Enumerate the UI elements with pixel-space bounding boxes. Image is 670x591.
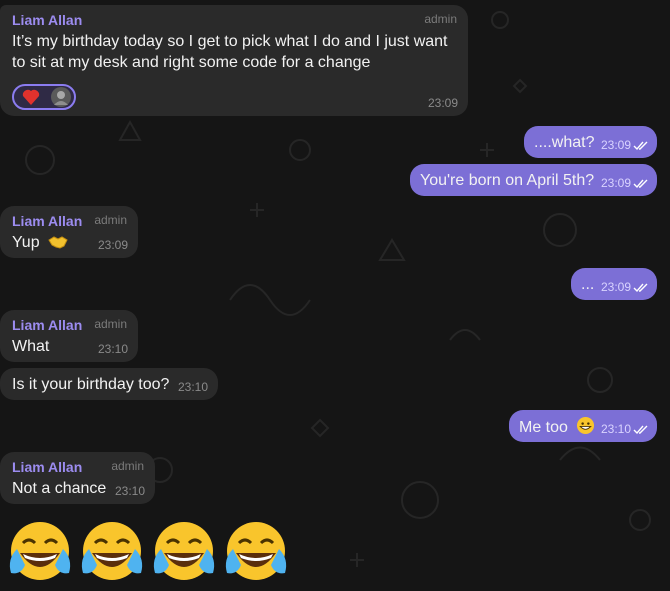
message-bubble-outgoing[interactable]: You're born on April 5th? 23:09 [410,164,657,196]
message-emoji-only[interactable] [0,510,300,591]
admin-badge: admin [111,459,144,473]
message-text: It’s my birthday today so I get to pick … [12,33,448,71]
message-text-row: Me too [519,416,595,438]
double-check-icon [633,283,648,293]
double-check-icon [633,425,648,435]
message-time: 23:09 [600,138,631,152]
message-time: 23:10 [600,422,631,436]
admin-badge: admin [424,12,457,26]
sender-name[interactable]: Liam Allan [12,213,82,230]
reaction-chip[interactable] [12,84,76,110]
message-bubble-outgoing[interactable]: Me too 23:10 [509,410,657,442]
message-text: ... [581,276,595,293]
double-check-icon [633,179,648,189]
message-bubble-incoming[interactable]: Liam Allan admin Not a chance 23:10 [0,452,155,504]
face-with-tears-of-joy-icon [225,522,287,580]
message-text: Is it your birthday too? [12,376,170,393]
message-time: 23:09 [600,176,631,190]
message-bubble-incoming[interactable]: Liam Allan admin What 23:10 [0,310,138,362]
message-time: 23:10 [177,380,208,394]
message-bubble-outgoing[interactable]: ... 23:09 [571,268,657,300]
grinning-face-icon [577,416,595,435]
reactor-avatar-icon [51,87,71,107]
sender-name[interactable]: Liam Allan [12,317,82,334]
message-time: 23:10 [114,484,145,498]
message-bubble-outgoing[interactable]: ....what? 23:09 [524,126,657,158]
message-text: ....what? [534,134,595,151]
red-heart-icon [22,89,40,105]
message-time: 23:10 [97,342,128,356]
handshake-icon [48,236,68,249]
face-with-tears-of-joy-icon [153,522,215,580]
message-time: 23:09 [97,238,128,252]
message-time: 23:09 [427,96,458,110]
message-bubble-incoming[interactable]: Is it your birthday too? 23:10 [0,368,218,400]
sender-name[interactable]: Liam Allan [12,459,82,476]
message-text: Yup [12,234,40,251]
message-text: Not a chance [12,480,107,497]
admin-badge: admin [94,213,127,227]
message-bubble-incoming[interactable]: Liam Allan admin Yup 23:09 [0,206,138,258]
face-with-tears-of-joy-icon [9,522,71,580]
message-time: 23:09 [600,280,631,294]
sender-name[interactable]: Liam Allan [12,12,82,29]
message-bubble-incoming[interactable]: Liam Allan admin It’s my birthday today … [0,5,468,116]
message-text: Me too [519,419,568,436]
message-text: What [12,338,50,355]
face-with-tears-of-joy-icon [81,522,143,580]
double-check-icon [633,141,648,151]
message-text: You're born on April 5th? [420,172,595,189]
admin-badge: admin [94,317,127,331]
message-text-row: Yup [12,232,68,253]
